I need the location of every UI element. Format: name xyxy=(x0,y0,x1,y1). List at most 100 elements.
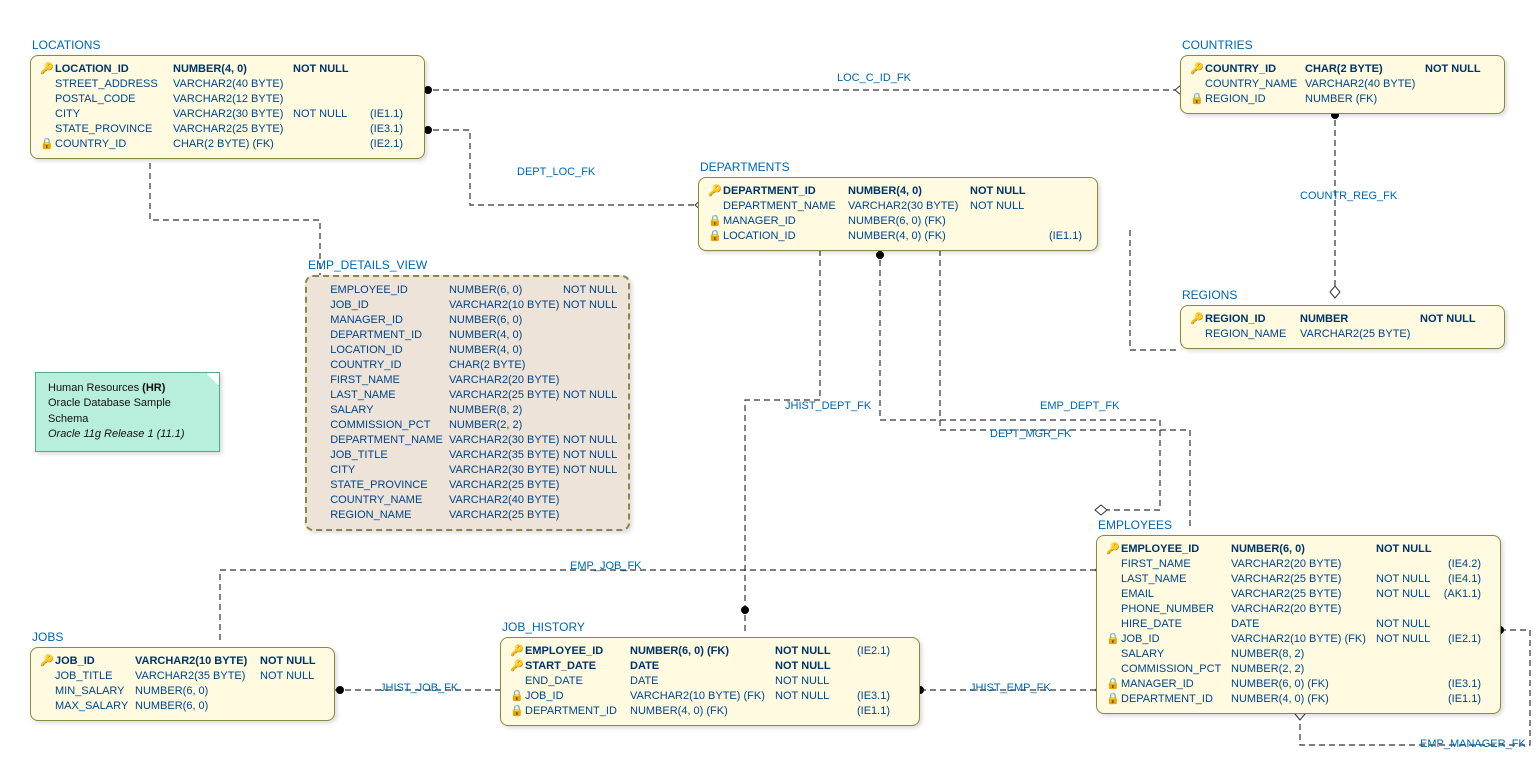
column-type: NUMBER(4, 0) (FK) xyxy=(630,704,775,719)
column-type: NUMBER(4, 0) xyxy=(848,184,970,199)
column-row: 🔑 JOB_ID VARCHAR2(10 BYTE) NOT NULL xyxy=(39,654,326,669)
column-name: DEPARTMENT_ID xyxy=(330,328,449,343)
column-type: NUMBER(4, 0) (FK) xyxy=(848,229,970,244)
column-name: PHONE_NUMBER xyxy=(1121,602,1231,617)
column-nullability: NOT NULL xyxy=(1420,312,1480,327)
column-type: DATE xyxy=(1231,617,1376,632)
column-row: 🔑 COUNTRY_ID CHAR(2 BYTE) NOT NULL xyxy=(1189,62,1496,77)
fk-emp-job: EMP_JOB_FK xyxy=(570,560,642,572)
column-nullability: NOT NULL xyxy=(260,669,320,684)
column-row: DEPARTMENT_NAME VARCHAR2(30 BYTE) NOT NU… xyxy=(707,199,1089,214)
column-type: NUMBER(6, 0) xyxy=(449,313,563,328)
column-type: VARCHAR2(25 BYTE) xyxy=(449,508,563,523)
emp-details-view-entity[interactable]: EMPLOYEE_ID NUMBER(6, 0) NOT NULL JOB_ID… xyxy=(305,275,630,531)
column-row: COUNTRY_NAME VARCHAR2(40 BYTE) xyxy=(315,493,620,508)
countries-title: COUNTRIES xyxy=(1182,38,1253,52)
column-name: EMAIL xyxy=(1121,587,1231,602)
column-row: SALARY NUMBER(8, 2) xyxy=(1105,647,1492,662)
column-name: COUNTRY_NAME xyxy=(330,493,449,508)
column-index: (IE2.1) xyxy=(353,137,403,152)
column-row: MIN_SALARY NUMBER(6, 0) xyxy=(39,684,326,699)
column-row: COMMISSION_PCT NUMBER(2, 2) xyxy=(315,418,620,433)
column-type: NUMBER(6, 0) xyxy=(135,699,260,714)
column-name: REGION_NAME xyxy=(1205,327,1300,342)
jobs-entity[interactable]: 🔑 JOB_ID VARCHAR2(10 BYTE) NOT NULL JOB_… xyxy=(30,647,335,721)
column-type: VARCHAR2(25 BYTE) xyxy=(449,478,563,493)
column-name: LOCATION_ID xyxy=(330,343,449,358)
fk-jhist-job: JHIST_JOB_FK xyxy=(380,682,458,694)
job-history-entity[interactable]: 🔑 EMPLOYEE_ID NUMBER(6, 0) (FK) NOT NULL… xyxy=(500,637,920,726)
column-name: DEPARTMENT_ID xyxy=(525,704,630,719)
column-type: VARCHAR2(25 BYTE) xyxy=(1300,327,1420,342)
column-type: VARCHAR2(40 BYTE) xyxy=(449,493,563,508)
column-index: (IE1.1) xyxy=(1032,229,1082,244)
column-row: 🔒 JOB_ID VARCHAR2(10 BYTE) (FK) NOT NULL… xyxy=(509,689,911,704)
column-type: NUMBER(6, 0) (FK) xyxy=(848,214,970,229)
column-nullability: NOT NULL xyxy=(563,433,620,448)
foreign-key-icon: 🔒 xyxy=(509,689,525,704)
column-row: 🔒 REGION_ID NUMBER (FK) xyxy=(1189,92,1496,107)
column-row: COUNTRY_ID CHAR(2 BYTE) xyxy=(315,358,620,373)
column-row: POSTAL_CODE VARCHAR2(12 BYTE) xyxy=(39,92,416,107)
column-row: 🔒 COUNTRY_ID CHAR(2 BYTE) (FK) (IE2.1) xyxy=(39,137,416,152)
countries-entity[interactable]: 🔑 COUNTRY_ID CHAR(2 BYTE) NOT NULL COUNT… xyxy=(1180,55,1505,114)
column-name: REGION_ID xyxy=(1205,312,1300,327)
foreign-key-icon: 🔒 xyxy=(1105,677,1121,692)
schema-note: Human Resources (HR) Oracle Database Sam… xyxy=(35,372,220,452)
locations-entity[interactable]: 🔑 LOCATION_ID NUMBER(4, 0) NOT NULL STRE… xyxy=(30,55,425,159)
foreign-key-icon: 🔒 xyxy=(707,214,723,229)
column-nullability: NOT NULL xyxy=(775,644,840,659)
column-type: CHAR(2 BYTE) xyxy=(1305,62,1425,77)
departments-entity[interactable]: 🔑 DEPARTMENT_ID NUMBER(4, 0) NOT NULL DE… xyxy=(698,177,1098,251)
column-row: STATE_PROVINCE VARCHAR2(25 BYTE) xyxy=(315,478,620,493)
column-name: COMMISSION_PCT xyxy=(1121,662,1231,677)
column-row: FIRST_NAME VARCHAR2(20 BYTE) (IE4.2) xyxy=(1105,557,1492,572)
column-index: (IE1.1) xyxy=(840,704,890,719)
column-name: COUNTRY_NAME xyxy=(1205,77,1305,92)
column-name: LOCATION_ID xyxy=(55,62,173,77)
column-row: REGION_NAME VARCHAR2(25 BYTE) xyxy=(1189,327,1496,342)
column-type: DATE xyxy=(630,674,775,689)
column-name: REGION_NAME xyxy=(330,508,449,523)
column-name: STREET_ADDRESS xyxy=(55,77,173,92)
regions-title: REGIONS xyxy=(1182,288,1237,302)
column-index: (IE1.1) xyxy=(1436,692,1481,707)
column-row: 🔒 MANAGER_ID NUMBER(6, 0) (FK) (IE3.1) xyxy=(1105,677,1492,692)
column-type: NUMBER (FK) xyxy=(1305,92,1425,107)
column-type: VARCHAR2(25 BYTE) xyxy=(449,388,563,403)
column-nullability: NOT NULL xyxy=(563,448,620,463)
column-name: DEPARTMENT_NAME xyxy=(330,433,449,448)
column-row: MANAGER_ID NUMBER(6, 0) xyxy=(315,313,620,328)
column-type: VARCHAR2(12 BYTE) xyxy=(173,92,293,107)
column-name: JOB_TITLE xyxy=(330,448,449,463)
column-type: NUMBER xyxy=(1300,312,1420,327)
column-index: (IE2.1) xyxy=(840,644,890,659)
column-type: VARCHAR2(30 BYTE) xyxy=(848,199,970,214)
column-type: VARCHAR2(20 BYTE) xyxy=(449,373,563,388)
column-row: JOB_ID VARCHAR2(10 BYTE) NOT NULL xyxy=(315,298,620,313)
departments-title: DEPARTMENTS xyxy=(700,160,790,174)
column-row: EMPLOYEE_ID NUMBER(6, 0) NOT NULL xyxy=(315,283,620,298)
column-type: NUMBER(2, 2) xyxy=(449,418,563,433)
jobs-title: JOBS xyxy=(32,630,63,644)
column-name: JOB_ID xyxy=(330,298,449,313)
column-type: VARCHAR2(10 BYTE) xyxy=(449,298,563,313)
column-name: DEPARTMENT_NAME xyxy=(723,199,848,214)
column-type: NUMBER(4, 0) (FK) xyxy=(1231,692,1376,707)
column-nullability: NOT NULL xyxy=(1376,632,1436,647)
column-row: PHONE_NUMBER VARCHAR2(20 BYTE) xyxy=(1105,602,1492,617)
regions-entity[interactable]: 🔑 REGION_ID NUMBER NOT NULL REGION_NAME … xyxy=(1180,305,1505,349)
column-nullability: NOT NULL xyxy=(563,298,620,313)
column-type: VARCHAR2(25 BYTE) xyxy=(1231,587,1376,602)
fk-loc-c-id: LOC_C_ID_FK xyxy=(837,72,911,84)
column-row: LAST_NAME VARCHAR2(25 BYTE) NOT NULL xyxy=(315,388,620,403)
column-name: COMMISSION_PCT xyxy=(330,418,449,433)
column-row: 🔒 DEPARTMENT_ID NUMBER(4, 0) (FK) (IE1.1… xyxy=(1105,692,1492,707)
column-type: VARCHAR2(20 BYTE) xyxy=(1231,602,1376,617)
column-index: (AK1.1) xyxy=(1436,587,1481,602)
employees-entity[interactable]: 🔑 EMPLOYEE_ID NUMBER(6, 0) NOT NULL FIRS… xyxy=(1096,535,1501,714)
column-name: SALARY xyxy=(330,403,449,418)
column-type: NUMBER(6, 0) (FK) xyxy=(1231,677,1376,692)
column-name: MANAGER_ID xyxy=(330,313,449,328)
column-index: (IE4.2) xyxy=(1436,557,1481,572)
